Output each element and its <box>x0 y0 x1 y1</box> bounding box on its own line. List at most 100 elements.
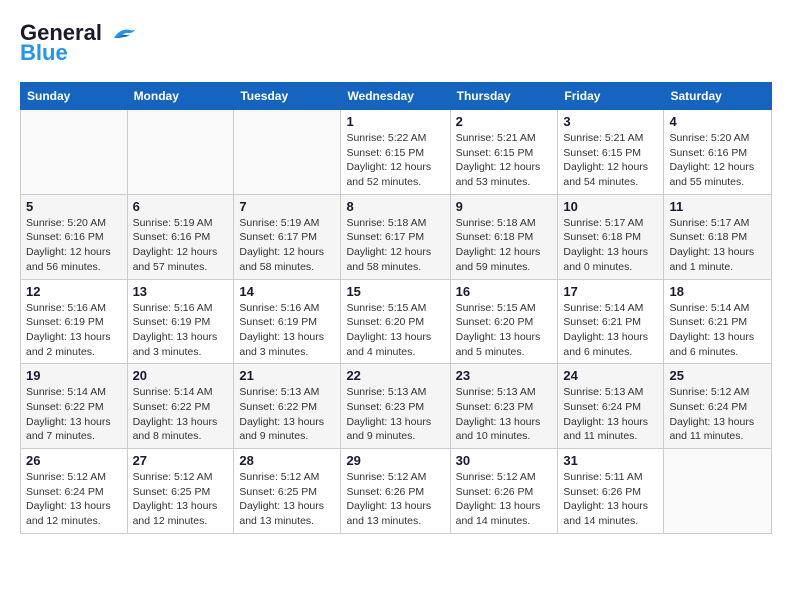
calendar-cell: 4 Sunrise: 5:20 AM Sunset: 6:16 PM Daylig… <box>664 110 772 195</box>
day-info: Sunrise: 5:20 AM Sunset: 6:16 PM Dayligh… <box>26 216 122 275</box>
page-header: General Blue <box>20 20 772 66</box>
calendar-cell: 7 Sunrise: 5:19 AM Sunset: 6:17 PM Daylig… <box>234 194 341 279</box>
calendar-cell: 18 Sunrise: 5:14 AM Sunset: 6:21 PM Dayli… <box>664 279 772 364</box>
calendar-cell: 28Sunrise: 5:12 AM Sunset: 6:25 PM Dayli… <box>234 449 341 534</box>
day-number: 27 <box>133 453 229 468</box>
calendar-header-row: SundayMondayTuesdayWednesdayThursdayFrid… <box>21 83 772 110</box>
day-info: Sunrise: 5:14 AM Sunset: 6:22 PM Dayligh… <box>133 385 229 444</box>
day-number: 15 <box>346 284 444 299</box>
day-number: 8 <box>346 199 444 214</box>
day-number: 2 <box>456 114 553 129</box>
calendar-cell: 23Sunrise: 5:13 AM Sunset: 6:23 PM Dayli… <box>450 364 558 449</box>
calendar-cell: 21 Sunrise: 5:13 AM Sunset: 6:22 PM Dayli… <box>234 364 341 449</box>
calendar-cell <box>127 110 234 195</box>
day-info: Sunrise: 5:15 AM Sunset: 6:20 PM Dayligh… <box>346 301 444 360</box>
calendar-cell: 13Sunrise: 5:16 AM Sunset: 6:19 PM Dayli… <box>127 279 234 364</box>
calendar-cell: 10 Sunrise: 5:17 AM Sunset: 6:18 PM Dayli… <box>558 194 664 279</box>
header-monday: Monday <box>127 83 234 110</box>
day-info: Sunrise: 5:19 AM Sunset: 6:16 PM Dayligh… <box>133 216 229 275</box>
calendar-cell: 19Sunrise: 5:14 AM Sunset: 6:22 PM Dayli… <box>21 364 128 449</box>
day-info: Sunrise: 5:12 AM Sunset: 6:24 PM Dayligh… <box>669 385 766 444</box>
day-info: Sunrise: 5:21 AM Sunset: 6:15 PM Dayligh… <box>456 131 553 190</box>
day-number: 24 <box>563 368 658 383</box>
day-info: Sunrise: 5:22 AM Sunset: 6:15 PM Dayligh… <box>346 131 444 190</box>
calendar-cell: 1 Sunrise: 5:22 AM Sunset: 6:15 PM Daylig… <box>341 110 450 195</box>
day-info: Sunrise: 5:16 AM Sunset: 6:19 PM Dayligh… <box>239 301 335 360</box>
calendar-cell: 12 Sunrise: 5:16 AM Sunset: 6:19 PM Dayli… <box>21 279 128 364</box>
calendar-cell: 9 Sunrise: 5:18 AM Sunset: 6:18 PM Daylig… <box>450 194 558 279</box>
day-info: Sunrise: 5:12 AM Sunset: 6:24 PM Dayligh… <box>26 470 122 529</box>
header-tuesday: Tuesday <box>234 83 341 110</box>
calendar-cell: 2 Sunrise: 5:21 AM Sunset: 6:15 PM Daylig… <box>450 110 558 195</box>
day-info: Sunrise: 5:19 AM Sunset: 6:17 PM Dayligh… <box>239 216 335 275</box>
day-number: 12 <box>26 284 122 299</box>
day-number: 4 <box>669 114 766 129</box>
day-number: 5 <box>26 199 122 214</box>
day-number: 20 <box>133 368 229 383</box>
calendar-week-3: 12 Sunrise: 5:16 AM Sunset: 6:19 PM Dayli… <box>21 279 772 364</box>
day-number: 11 <box>669 199 766 214</box>
calendar-cell: 6 Sunrise: 5:19 AM Sunset: 6:16 PM Daylig… <box>127 194 234 279</box>
calendar-cell: 15 Sunrise: 5:15 AM Sunset: 6:20 PM Dayli… <box>341 279 450 364</box>
day-number: 6 <box>133 199 229 214</box>
day-info: Sunrise: 5:13 AM Sunset: 6:23 PM Dayligh… <box>346 385 444 444</box>
day-info: Sunrise: 5:14 AM Sunset: 6:22 PM Dayligh… <box>26 385 122 444</box>
calendar-week-5: 26 Sunrise: 5:12 AM Sunset: 6:24 PM Dayli… <box>21 449 772 534</box>
day-info: Sunrise: 5:13 AM Sunset: 6:24 PM Dayligh… <box>563 385 658 444</box>
calendar-cell: 31Sunrise: 5:11 AM Sunset: 6:26 PM Dayli… <box>558 449 664 534</box>
day-number: 29 <box>346 453 444 468</box>
day-info: Sunrise: 5:14 AM Sunset: 6:21 PM Dayligh… <box>563 301 658 360</box>
day-number: 17 <box>563 284 658 299</box>
header-sunday: Sunday <box>21 83 128 110</box>
calendar-week-2: 5 Sunrise: 5:20 AM Sunset: 6:16 PM Daylig… <box>21 194 772 279</box>
day-info: Sunrise: 5:20 AM Sunset: 6:16 PM Dayligh… <box>669 131 766 190</box>
day-info: Sunrise: 5:18 AM Sunset: 6:18 PM Dayligh… <box>456 216 553 275</box>
logo-bird-icon <box>110 24 138 44</box>
day-info: Sunrise: 5:13 AM Sunset: 6:22 PM Dayligh… <box>239 385 335 444</box>
day-info: Sunrise: 5:12 AM Sunset: 6:26 PM Dayligh… <box>456 470 553 529</box>
day-info: Sunrise: 5:15 AM Sunset: 6:20 PM Dayligh… <box>456 301 553 360</box>
day-info: Sunrise: 5:16 AM Sunset: 6:19 PM Dayligh… <box>133 301 229 360</box>
logo: General Blue <box>20 20 138 66</box>
calendar-cell: 30 Sunrise: 5:12 AM Sunset: 6:26 PM Dayli… <box>450 449 558 534</box>
day-number: 7 <box>239 199 335 214</box>
calendar-cell: 29 Sunrise: 5:12 AM Sunset: 6:26 PM Dayli… <box>341 449 450 534</box>
day-info: Sunrise: 5:12 AM Sunset: 6:25 PM Dayligh… <box>133 470 229 529</box>
calendar-cell: 22 Sunrise: 5:13 AM Sunset: 6:23 PM Dayli… <box>341 364 450 449</box>
day-number: 26 <box>26 453 122 468</box>
day-info: Sunrise: 5:18 AM Sunset: 6:17 PM Dayligh… <box>346 216 444 275</box>
calendar-cell: 14 Sunrise: 5:16 AM Sunset: 6:19 PM Dayli… <box>234 279 341 364</box>
day-number: 10 <box>563 199 658 214</box>
calendar-cell: 25Sunrise: 5:12 AM Sunset: 6:24 PM Dayli… <box>664 364 772 449</box>
calendar-cell <box>21 110 128 195</box>
calendar-body: 1 Sunrise: 5:22 AM Sunset: 6:15 PM Daylig… <box>21 110 772 534</box>
calendar-cell: 16 Sunrise: 5:15 AM Sunset: 6:20 PM Dayli… <box>450 279 558 364</box>
calendar-cell: 26 Sunrise: 5:12 AM Sunset: 6:24 PM Dayli… <box>21 449 128 534</box>
day-number: 9 <box>456 199 553 214</box>
calendar-cell: 8 Sunrise: 5:18 AM Sunset: 6:17 PM Daylig… <box>341 194 450 279</box>
day-info: Sunrise: 5:11 AM Sunset: 6:26 PM Dayligh… <box>563 470 658 529</box>
day-number: 30 <box>456 453 553 468</box>
day-number: 1 <box>346 114 444 129</box>
day-info: Sunrise: 5:14 AM Sunset: 6:21 PM Dayligh… <box>669 301 766 360</box>
calendar-cell: 20 Sunrise: 5:14 AM Sunset: 6:22 PM Dayli… <box>127 364 234 449</box>
calendar-cell: 27 Sunrise: 5:12 AM Sunset: 6:25 PM Dayli… <box>127 449 234 534</box>
day-number: 14 <box>239 284 335 299</box>
day-number: 22 <box>346 368 444 383</box>
calendar-cell: 24 Sunrise: 5:13 AM Sunset: 6:24 PM Dayli… <box>558 364 664 449</box>
day-info: Sunrise: 5:16 AM Sunset: 6:19 PM Dayligh… <box>26 301 122 360</box>
header-friday: Friday <box>558 83 664 110</box>
day-number: 3 <box>563 114 658 129</box>
day-number: 18 <box>669 284 766 299</box>
calendar-cell: 11Sunrise: 5:17 AM Sunset: 6:18 PM Dayli… <box>664 194 772 279</box>
day-info: Sunrise: 5:17 AM Sunset: 6:18 PM Dayligh… <box>563 216 658 275</box>
calendar-week-1: 1 Sunrise: 5:22 AM Sunset: 6:15 PM Daylig… <box>21 110 772 195</box>
day-number: 21 <box>239 368 335 383</box>
day-info: Sunrise: 5:12 AM Sunset: 6:25 PM Dayligh… <box>239 470 335 529</box>
calendar-cell <box>234 110 341 195</box>
day-info: Sunrise: 5:12 AM Sunset: 6:26 PM Dayligh… <box>346 470 444 529</box>
calendar-table: SundayMondayTuesdayWednesdayThursdayFrid… <box>20 82 772 534</box>
logo-line2: Blue <box>20 40 68 66</box>
calendar-cell <box>664 449 772 534</box>
day-number: 16 <box>456 284 553 299</box>
